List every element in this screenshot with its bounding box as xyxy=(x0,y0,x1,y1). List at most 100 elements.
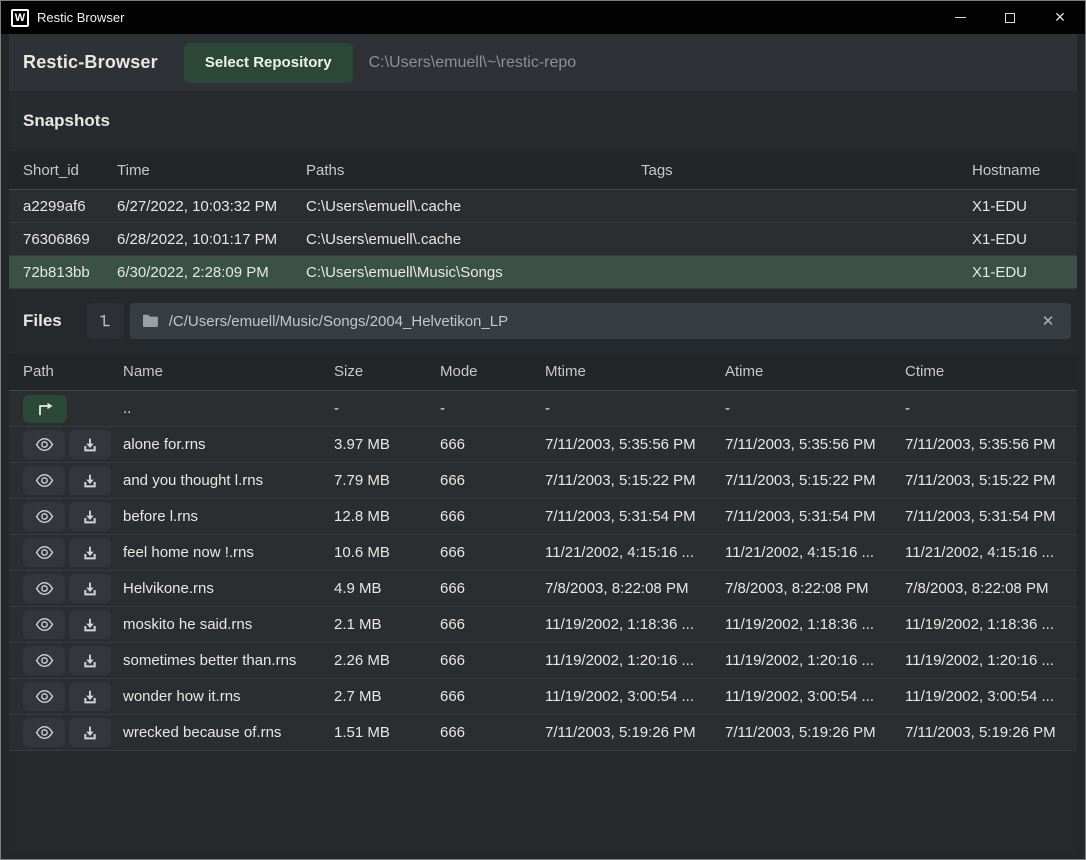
preview-file-button[interactable] xyxy=(23,502,65,531)
download-file-button[interactable] xyxy=(69,646,111,675)
file-atime: 11/21/2002, 4:15:16 ... xyxy=(725,544,905,561)
file-row: wrecked because of.rns 1.51 MB 666 7/11/… xyxy=(9,715,1077,751)
file-row: before l.rns 12.8 MB 666 7/11/2003, 5:31… xyxy=(9,499,1077,535)
file-row: moskito he said.rns 2.1 MB 666 11/19/200… xyxy=(9,607,1077,643)
snapshot-hostname: X1-EDU xyxy=(972,231,1077,248)
snapshot-short-id: a2299af6 xyxy=(23,198,117,215)
parent-dir-ctime: - xyxy=(905,400,1077,417)
file-atime: 7/8/2003, 8:22:08 PM xyxy=(725,580,905,597)
repository-path: C:\Users\emuell\~\restic-repo xyxy=(369,54,577,72)
preview-file-button[interactable] xyxy=(23,718,65,747)
column-header-name[interactable]: Name xyxy=(123,363,334,380)
eye-icon xyxy=(35,689,54,704)
column-header-size[interactable]: Size xyxy=(334,363,440,380)
snapshot-hostname: X1-EDU xyxy=(972,198,1077,215)
file-row: feel home now !.rns 10.6 MB 666 11/21/20… xyxy=(9,535,1077,571)
download-file-button[interactable] xyxy=(69,718,111,747)
column-header-time[interactable]: Time xyxy=(117,162,306,179)
snapshot-time: 6/30/2022, 2:28:09 PM xyxy=(117,264,306,281)
preview-file-button[interactable] xyxy=(23,574,65,603)
file-name[interactable]: before l.rns xyxy=(123,508,334,525)
file-atime: 11/19/2002, 1:18:36 ... xyxy=(725,616,905,633)
close-button[interactable]: ✕ xyxy=(1035,1,1085,34)
file-row: Helvikone.rns 4.9 MB 666 7/8/2003, 8:22:… xyxy=(9,571,1077,607)
eye-icon xyxy=(35,617,54,632)
file-row: and you thought l.rns 7.79 MB 666 7/11/2… xyxy=(9,463,1077,499)
file-name[interactable]: feel home now !.rns xyxy=(123,544,334,561)
column-header-tags[interactable]: Tags xyxy=(641,162,972,179)
snapshots-section-header: Snapshots xyxy=(9,91,1077,151)
go-up-directory-button[interactable] xyxy=(23,395,67,423)
file-mode: 666 xyxy=(440,508,545,525)
column-header-mode[interactable]: Mode xyxy=(440,363,545,380)
minimize-button[interactable] xyxy=(935,1,985,34)
column-header-mtime[interactable]: Mtime xyxy=(545,363,725,380)
up-arrow-icon xyxy=(35,402,55,416)
tree-view-toggle-button[interactable] xyxy=(87,303,124,339)
clear-path-button[interactable]: ✕ xyxy=(1035,308,1061,334)
file-mtime: 11/19/2002, 1:20:16 ... xyxy=(545,652,725,669)
snapshots-table-body: a2299af6 6/27/2022, 10:03:32 PM C:\Users… xyxy=(1,190,1085,289)
preview-file-button[interactable] xyxy=(23,610,65,639)
file-mode: 666 xyxy=(440,544,545,561)
preview-file-button[interactable] xyxy=(23,646,65,675)
file-mode: 666 xyxy=(440,436,545,453)
column-header-short-id[interactable]: Short_id xyxy=(23,162,117,179)
close-icon: ✕ xyxy=(1054,9,1066,26)
preview-file-button[interactable] xyxy=(23,430,65,459)
column-header-hostname[interactable]: Hostname xyxy=(972,162,1077,179)
download-file-button[interactable] xyxy=(69,466,111,495)
snapshot-row[interactable]: 72b813bb 6/30/2022, 2:28:09 PM C:\Users\… xyxy=(9,256,1077,289)
preview-file-button[interactable] xyxy=(23,538,65,567)
download-file-button[interactable] xyxy=(69,502,111,531)
column-header-path[interactable]: Path xyxy=(23,363,123,380)
app-logo-icon: W xyxy=(11,9,29,27)
file-atime: 11/19/2002, 1:20:16 ... xyxy=(725,652,905,669)
eye-icon xyxy=(35,473,54,488)
file-name[interactable]: sometimes better than.rns xyxy=(123,652,334,669)
file-atime: 7/11/2003, 5:31:54 PM xyxy=(725,508,905,525)
download-icon xyxy=(82,581,98,597)
snapshot-row[interactable]: a2299af6 6/27/2022, 10:03:32 PM C:\Users… xyxy=(9,190,1077,223)
file-ctime: 11/21/2002, 4:15:16 ... xyxy=(905,544,1077,561)
file-mode: 666 xyxy=(440,724,545,741)
file-size: 1.51 MB xyxy=(334,724,440,741)
file-row: alone for.rns 3.97 MB 666 7/11/2003, 5:3… xyxy=(9,427,1077,463)
files-table-header: Path Name Size Mode Mtime Atime Ctime xyxy=(9,353,1077,391)
file-row: wonder how it.rns 2.7 MB 666 11/19/2002,… xyxy=(9,679,1077,715)
column-header-ctime[interactable]: Ctime xyxy=(905,363,1077,380)
download-file-button[interactable] xyxy=(69,610,111,639)
maximize-button[interactable] xyxy=(985,1,1035,34)
file-mtime: 7/11/2003, 5:19:26 PM xyxy=(545,724,725,741)
preview-file-button[interactable] xyxy=(23,466,65,495)
file-mtime: 7/8/2003, 8:22:08 PM xyxy=(545,580,725,597)
file-atime: 7/11/2003, 5:35:56 PM xyxy=(725,436,905,453)
snapshot-short-id: 72b813bb xyxy=(23,264,117,281)
file-mode: 666 xyxy=(440,472,545,489)
app-name: Restic-Browser xyxy=(23,52,158,73)
preview-file-button[interactable] xyxy=(23,682,65,711)
download-file-button[interactable] xyxy=(69,574,111,603)
current-path-bar[interactable]: /C/Users/emuell/Music/Songs/2004_Helveti… xyxy=(130,303,1071,339)
file-name[interactable]: wrecked because of.rns xyxy=(123,724,334,741)
file-name[interactable]: wonder how it.rns xyxy=(123,688,334,705)
select-repository-button[interactable]: Select Repository xyxy=(184,43,353,83)
file-mtime: 11/19/2002, 1:18:36 ... xyxy=(545,616,725,633)
empty-area xyxy=(9,751,1077,851)
file-name[interactable]: alone for.rns xyxy=(123,436,334,453)
file-size: 4.9 MB xyxy=(334,580,440,597)
column-header-paths[interactable]: Paths xyxy=(306,162,641,179)
download-file-button[interactable] xyxy=(69,538,111,567)
download-icon xyxy=(82,545,98,561)
snapshot-short-id: 76306869 xyxy=(23,231,117,248)
file-name[interactable]: moskito he said.rns xyxy=(123,616,334,633)
column-header-atime[interactable]: Atime xyxy=(725,363,905,380)
download-file-button[interactable] xyxy=(69,430,111,459)
parent-dir-name[interactable]: .. xyxy=(123,400,334,417)
eye-icon xyxy=(35,725,54,740)
snapshot-row[interactable]: 76306869 6/28/2022, 10:01:17 PM C:\Users… xyxy=(9,223,1077,256)
file-name[interactable]: and you thought l.rns xyxy=(123,472,334,489)
file-size: 12.8 MB xyxy=(334,508,440,525)
file-name[interactable]: Helvikone.rns xyxy=(123,580,334,597)
download-file-button[interactable] xyxy=(69,682,111,711)
